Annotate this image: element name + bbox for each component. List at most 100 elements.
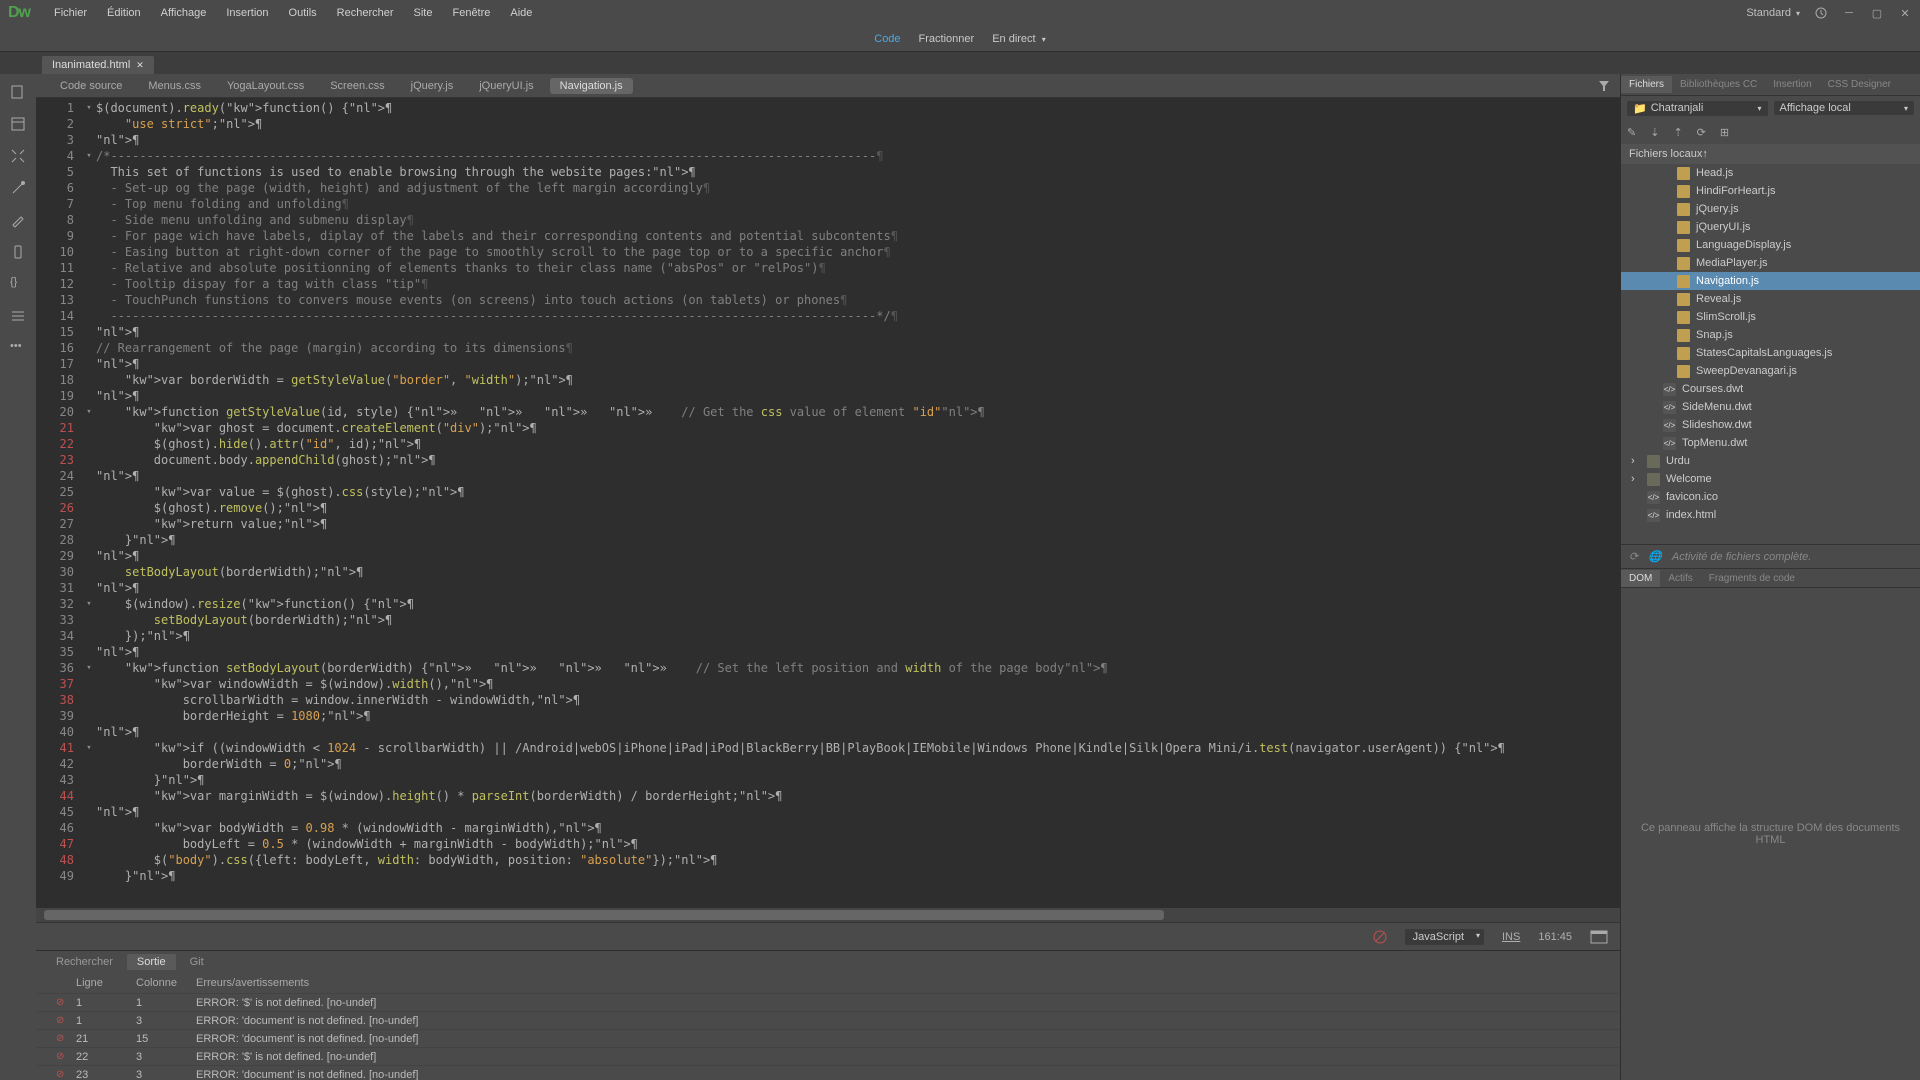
right-tab[interactable]: Bibliothèques CC: [1672, 76, 1765, 93]
code-nav-icon[interactable]: {}: [10, 276, 26, 292]
tree-item[interactable]: jQueryUI.js: [1621, 218, 1920, 236]
tree-item[interactable]: </>Courses.dwt: [1621, 380, 1920, 398]
expand-icon[interactable]: [10, 148, 26, 164]
tree-item[interactable]: </>favicon.ico: [1621, 488, 1920, 506]
menu-aide[interactable]: Aide: [500, 3, 542, 23]
horizontal-scrollbar[interactable]: [36, 908, 1620, 922]
document-tab[interactable]: Inanimated.html ✕: [42, 56, 154, 74]
language-selector[interactable]: JavaScript: [1405, 929, 1484, 945]
dom-tab[interactable]: DOM: [1621, 570, 1660, 587]
tree-item[interactable]: </>Slideshow.dwt: [1621, 416, 1920, 434]
site-selector[interactable]: 📁 Chatranjali: [1627, 101, 1768, 116]
more-icon[interactable]: •••: [10, 340, 26, 356]
app-logo: Dw: [8, 4, 30, 22]
maximize-icon[interactable]: ▢: [1870, 6, 1884, 20]
tree-item[interactable]: </>index.html: [1621, 506, 1920, 524]
workspace-selector[interactable]: Standard ▾: [1746, 7, 1800, 19]
source-tab[interactable]: jQueryUI.js: [469, 78, 543, 94]
tree-item[interactable]: ›Welcome: [1621, 470, 1920, 488]
sync-settings-icon[interactable]: [1814, 6, 1828, 20]
source-tab[interactable]: Menus.css: [138, 78, 211, 94]
tree-item[interactable]: StatesCapitalsLanguages.js: [1621, 344, 1920, 362]
right-tab[interactable]: Insertion: [1765, 76, 1819, 93]
settings-icon[interactable]: [10, 308, 26, 324]
dom-empty-message: Ce panneau affiche la structure DOM des …: [1621, 588, 1920, 1080]
file-tree[interactable]: Head.jsHindiForHeart.jsjQuery.jsjQueryUI…: [1621, 164, 1920, 544]
tree-item[interactable]: </>TopMenu.dwt: [1621, 434, 1920, 452]
error-indicator-icon[interactable]: [1373, 930, 1387, 944]
tree-item[interactable]: SlimScroll.js: [1621, 308, 1920, 326]
download-icon[interactable]: ⇡: [1673, 126, 1682, 139]
tree-item[interactable]: jQuery.js: [1621, 200, 1920, 218]
files-status: ⟳ 🌐 Activité de fichiers complète.: [1621, 544, 1920, 568]
live-view-icon[interactable]: [10, 116, 26, 132]
error-icon: ⊘: [56, 1051, 76, 1062]
menu-site[interactable]: Site: [404, 3, 443, 23]
globe-icon[interactable]: 🌐: [1648, 550, 1662, 563]
filter-icon[interactable]: [1598, 80, 1610, 92]
preview-icon[interactable]: [1590, 930, 1608, 944]
insert-mode[interactable]: INS: [1502, 931, 1520, 943]
edit-icon[interactable]: ✎: [1627, 126, 1636, 139]
activity-text: Activité de fichiers complète.: [1672, 551, 1811, 563]
source-tab[interactable]: Navigation.js: [550, 78, 633, 94]
tree-item[interactable]: Navigation.js: [1621, 272, 1920, 290]
view-live[interactable]: En direct ▾: [992, 33, 1046, 45]
output-tab[interactable]: Git: [180, 954, 214, 970]
col-column: Colonne: [136, 977, 196, 989]
link-icon[interactable]: ⇣: [1650, 126, 1659, 139]
tree-item[interactable]: HindiForHeart.js: [1621, 182, 1920, 200]
file-mgmt-icon[interactable]: [10, 84, 26, 100]
source-tab[interactable]: YogaLayout.css: [217, 78, 314, 94]
panel-tabs-files: FichiersBibliothèques CCInsertionCSS Des…: [1621, 74, 1920, 96]
tree-item[interactable]: SweepDevanagari.js: [1621, 362, 1920, 380]
right-tab[interactable]: Fichiers: [1621, 76, 1672, 93]
wand-icon[interactable]: [10, 180, 26, 196]
close-icon[interactable]: ✕: [1898, 6, 1912, 20]
menu-affichage[interactable]: Affichage: [151, 3, 217, 23]
menu-rechercher[interactable]: Rechercher: [327, 3, 404, 23]
minimize-icon[interactable]: ─: [1842, 6, 1856, 20]
editor-statusbar: JavaScript INS 161:45: [36, 922, 1620, 950]
fold-gutter[interactable]: ▾▾▾▾▾▾: [82, 98, 96, 908]
view-code[interactable]: Code: [874, 33, 900, 45]
sync-icon[interactable]: ⟳: [1697, 126, 1706, 139]
output-row[interactable]: ⊘233ERROR: 'document' is not defined. [n…: [36, 1065, 1620, 1080]
output-row[interactable]: ⊘2115ERROR: 'document' is not defined. […: [36, 1029, 1620, 1047]
output-row[interactable]: ⊘11ERROR: '$' is not defined. [no-undef]: [36, 993, 1620, 1011]
code-editor[interactable]: 1234567891011121314151617181920212223242…: [36, 98, 1620, 908]
menu-outils[interactable]: Outils: [279, 3, 327, 23]
menubar-right: Standard ▾ ─ ▢ ✕: [1746, 6, 1912, 20]
menu-fichier[interactable]: Fichier: [44, 3, 97, 23]
right-tab[interactable]: CSS Designer: [1820, 76, 1899, 93]
tree-item[interactable]: LanguageDisplay.js: [1621, 236, 1920, 254]
tree-item[interactable]: ›Urdu: [1621, 452, 1920, 470]
output-tab[interactable]: Rechercher: [46, 954, 123, 970]
tree-item[interactable]: </>SideMenu.dwt: [1621, 398, 1920, 416]
output-tab[interactable]: Sortie: [127, 954, 176, 970]
output-row[interactable]: ⊘223ERROR: '$' is not defined. [no-undef…: [36, 1047, 1620, 1065]
close-tab-icon[interactable]: ✕: [136, 60, 144, 71]
code-content[interactable]: $(document).ready("kw">function() {"nl">…: [96, 98, 1620, 908]
view-split[interactable]: Fractionner: [919, 33, 975, 45]
dom-tab[interactable]: Actifs: [1660, 570, 1700, 587]
menu-édition[interactable]: Édition: [97, 3, 151, 23]
local-files-label: Fichiers locaux ↑: [1621, 144, 1920, 164]
phone-icon[interactable]: [10, 244, 26, 260]
output-row[interactable]: ⊘13ERROR: 'document' is not defined. [no…: [36, 1011, 1620, 1029]
tree-item[interactable]: Head.js: [1621, 164, 1920, 182]
source-tab[interactable]: Code source: [50, 78, 132, 94]
edit-icon[interactable]: [10, 212, 26, 228]
tree-item[interactable]: Reveal.js: [1621, 290, 1920, 308]
source-tab[interactable]: Screen.css: [320, 78, 394, 94]
menu-fenêtre[interactable]: Fenêtre: [442, 3, 500, 23]
document-title: Inanimated.html: [52, 59, 130, 71]
view-selector[interactable]: Affichage local: [1774, 101, 1915, 115]
source-tab[interactable]: jQuery.js: [401, 78, 464, 94]
refresh-icon[interactable]: ⟳: [1629, 550, 1638, 563]
menu-insertion[interactable]: Insertion: [216, 3, 278, 23]
dom-tab[interactable]: Fragments de code: [1701, 570, 1803, 587]
tree-item[interactable]: MediaPlayer.js: [1621, 254, 1920, 272]
expand-all-icon[interactable]: ⊞: [1720, 126, 1729, 139]
tree-item[interactable]: Snap.js: [1621, 326, 1920, 344]
